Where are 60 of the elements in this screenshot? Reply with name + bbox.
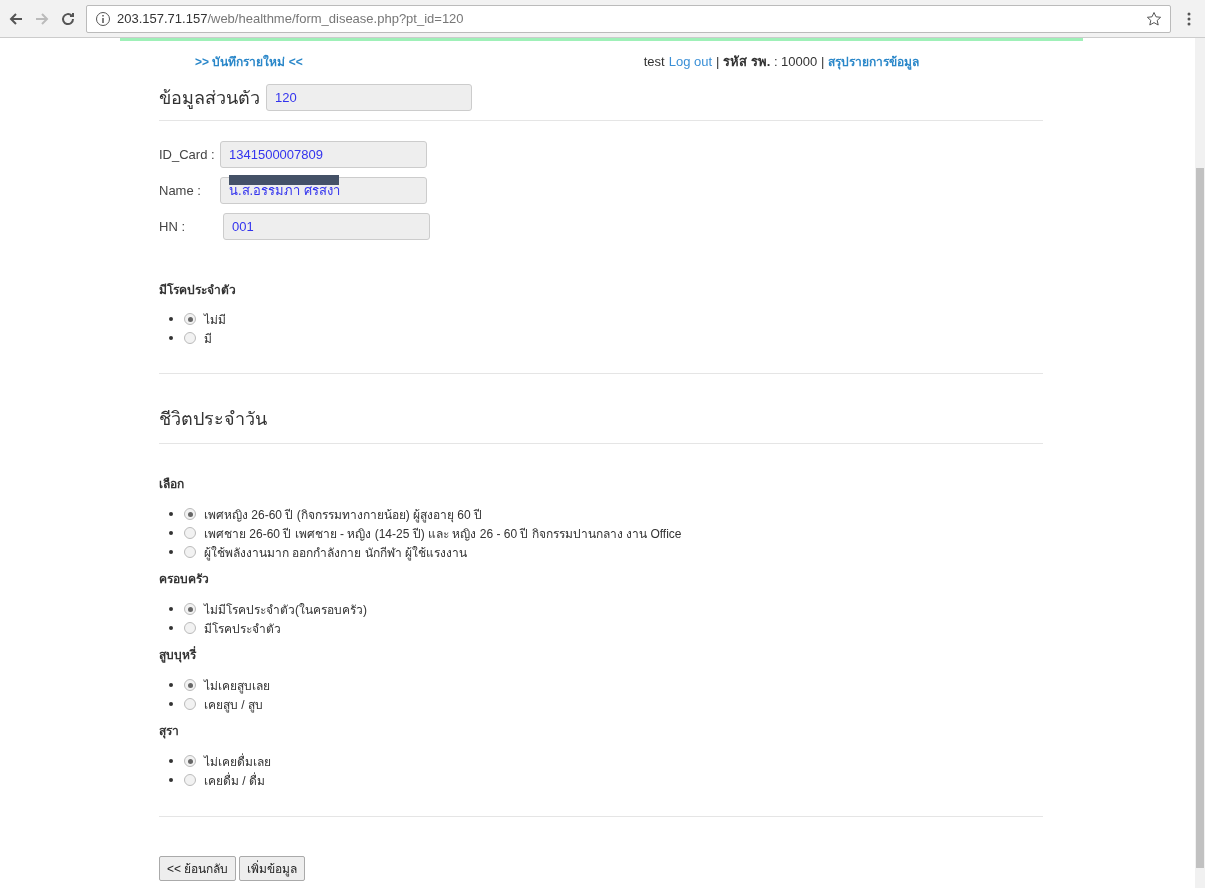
hospital-code: | รหัส รพ. : 10000 | [716, 52, 825, 71]
radio-button[interactable] [184, 622, 196, 634]
option-label: ไม่มี [204, 311, 226, 329]
field-label: ID_Card : [159, 147, 216, 162]
question-title: สูบบุหรี่ [159, 645, 198, 664]
text-field[interactable]: น.ส.อรรมภา ศรสงา [220, 177, 427, 204]
bullet-icon [169, 626, 173, 630]
question-title: ครอบครัว [159, 571, 210, 588]
radio-button[interactable] [184, 546, 196, 558]
text-field[interactable]: 001 [223, 213, 430, 240]
option-label: ไม่มีโรคประจำตัว(ในครอบครัว) [204, 601, 367, 619]
question-title: มีโรคประจำตัว [159, 282, 237, 299]
bullet-icon [169, 336, 173, 340]
option-label: ผู้ใช้พลังงานมาก ออกกำลังกาย นักกีฬา ผู้ใช้แรงงาน [204, 544, 467, 562]
summary-link[interactable]: สรุปรายการข้อมูล [828, 51, 920, 71]
back-button[interactable]: << ย้อนกลับ [159, 856, 237, 881]
bullet-icon [169, 683, 173, 687]
option-label: เพศชาย 26-60 ปี เพศชาย - หญิง (14-25 ปี) และ หญิง 26 - 60 ปี กิจกรรมปานกลาง งาน Office [204, 525, 682, 543]
radio-button[interactable] [184, 313, 196, 325]
option-label: ไม่เคยสูบเลย [204, 677, 270, 695]
radio-button[interactable] [184, 774, 196, 786]
scrollbar-thumb[interactable] [1196, 168, 1204, 868]
question-title: สุรา [159, 723, 180, 740]
option-label: ไม่เคยดื่มเลย [204, 752, 271, 771]
radio-button[interactable] [184, 508, 196, 520]
option-label: เคยสูบ / สูบ [204, 696, 263, 714]
patient-id-field[interactable]: 120 [266, 84, 472, 111]
section-title: ชีวิตประจำวัน [159, 408, 267, 431]
bullet-icon [169, 531, 173, 535]
radio-button[interactable] [184, 332, 196, 344]
radio-button[interactable] [184, 698, 196, 710]
radio-button[interactable] [184, 679, 196, 691]
new-record-link[interactable]: >> บันทึกรายใหม่ << [195, 51, 303, 71]
field-label: Name : [159, 183, 202, 198]
radio-button[interactable] [184, 527, 196, 539]
option-label: มีโรคประจำตัว [204, 620, 281, 638]
bullet-icon [169, 778, 173, 782]
option-label: เคยดื่ม / ดื่ม [204, 771, 265, 790]
option-label: เพศหญิง 26-60 ปี (กิจกรรมทางกายน้อย) ผู้สูงอายุ 60 ปี [204, 506, 483, 524]
reload-icon[interactable] [60, 10, 76, 27]
question-title: เลือก [159, 476, 185, 493]
radio-button[interactable] [184, 603, 196, 615]
bullet-icon [169, 317, 173, 321]
address-bar[interactable]: 203.157.71.157/web/healthme/form_disease.php?pt_id=120 [86, 4, 1171, 33]
radio-button[interactable] [184, 755, 196, 767]
option-label: มี [204, 330, 212, 348]
info-icon[interactable] [95, 10, 111, 27]
add-button[interactable]: เพิ่มข้อมูล [239, 856, 306, 881]
bullet-icon [169, 512, 173, 516]
bullet-icon [169, 702, 173, 706]
star-icon[interactable] [1146, 10, 1162, 27]
back-icon[interactable] [8, 10, 24, 27]
field-label: HN : [159, 219, 186, 234]
section-title: ข้อมูลส่วนตัว [159, 87, 260, 111]
bullet-icon [169, 759, 173, 763]
text-field[interactable]: 1341500007809 [220, 141, 427, 168]
username: test [643, 53, 665, 69]
bullet-icon [169, 607, 173, 611]
logout-link[interactable]: Log out [668, 53, 713, 69]
bullet-icon [169, 550, 173, 554]
